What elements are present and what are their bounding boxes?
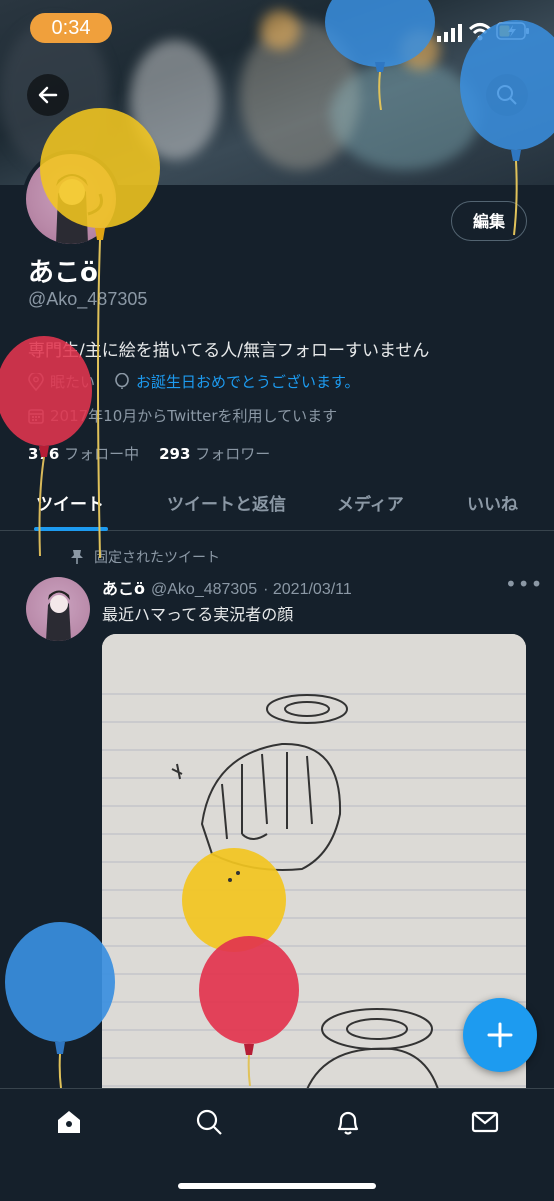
location-pin-icon (28, 372, 44, 391)
following-count: 376 (28, 445, 60, 463)
compose-tweet-button[interactable] (463, 998, 537, 1072)
following-label: フォロー中 (64, 445, 140, 463)
followers-link[interactable]: 293 フォロワー (159, 443, 270, 464)
tweet-avatar[interactable] (26, 577, 90, 641)
display-name: あこö (28, 258, 98, 288)
tweet-header: あこö @Ako_487305 · 2021/03/11 (102, 575, 352, 599)
tweet-author-name[interactable]: あこö (102, 575, 145, 599)
tab-media[interactable]: メディア (337, 490, 404, 515)
calendar-icon (28, 408, 44, 424)
search-icon (196, 1109, 222, 1135)
status-time: 0:34 (30, 13, 112, 43)
bell-icon (337, 1111, 359, 1135)
wifi-icon (468, 23, 492, 41)
search-icon (497, 85, 517, 105)
tweet-date: · 2021/03/11 (263, 581, 352, 598)
profile-avatar[interactable] (22, 150, 120, 248)
arrow-left-icon (38, 86, 58, 104)
followers-count: 293 (159, 445, 191, 463)
nav-home-button[interactable] (47, 1104, 91, 1140)
user-handle: @Ako_487305 (28, 289, 148, 309)
back-button[interactable] (27, 74, 69, 116)
active-tab-indicator (34, 527, 108, 531)
plus-icon (487, 1022, 513, 1048)
birthday-row[interactable]: お誕生日おめでとうございます。 (114, 371, 360, 392)
pinned-indicator: 固定されたツイート (70, 547, 220, 567)
following-link[interactable]: 376 フォロー中 (28, 443, 139, 464)
nav-notifications-button[interactable] (326, 1104, 370, 1140)
pinned-label: 固定されたツイート (94, 550, 220, 566)
tweet-author-handle: @Ako_487305 (151, 581, 258, 598)
search-button[interactable] (486, 74, 528, 116)
nav-search-button[interactable] (187, 1104, 231, 1140)
nav-messages-button[interactable] (463, 1104, 507, 1140)
signal-icon (437, 24, 462, 42)
tab-likes[interactable]: いいね (467, 490, 518, 515)
balloon-icon (115, 372, 129, 389)
home-icon (58, 1111, 80, 1133)
follow-stats: 376 フォロー中 293 フォロワー (28, 443, 270, 464)
tab-tweets[interactable]: ツイート (36, 490, 104, 515)
edit-profile-button[interactable]: 編集 (451, 201, 527, 241)
joined-row: 2017年10月からTwitterを利用しています (28, 405, 337, 426)
avatar-drawing (56, 174, 103, 244)
tweet-text: 最近ハマってる実況者の顔 (102, 605, 294, 624)
battery-icon (496, 22, 529, 40)
location-row: 眠たい (28, 371, 95, 392)
followers-label: フォロワー (195, 445, 271, 463)
location-text: 眠たい (50, 373, 96, 391)
joined-text: 2017年10月からTwitterを利用しています (50, 407, 338, 425)
tab-tweets-and-replies[interactable]: ツイートと返信 (167, 490, 286, 515)
profile-bio: 専門生/主に絵を描いてる人/無言フォローすいません (28, 341, 430, 361)
birthday-text: お誕生日おめでとうございます。 (136, 373, 360, 391)
more-options-icon[interactable]: ••• (505, 572, 543, 596)
home-indicator (178, 1183, 376, 1189)
tweet-avatar-drawing (46, 590, 71, 641)
pin-icon (71, 550, 83, 564)
mail-icon (471, 1111, 499, 1133)
